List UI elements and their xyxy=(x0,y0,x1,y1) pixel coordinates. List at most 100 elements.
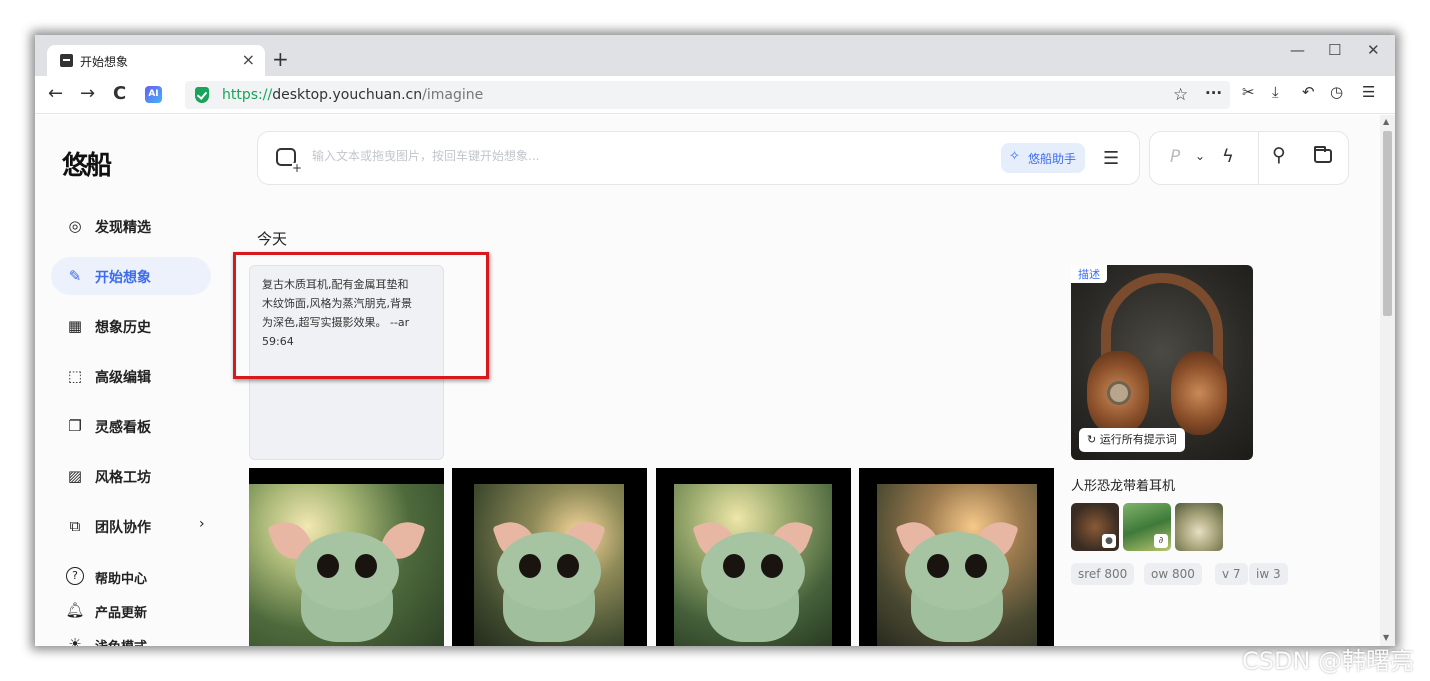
history-clock-icon[interactable]: ◷ xyxy=(1330,83,1343,101)
sidebar-item-label: 灵感看板 xyxy=(95,420,151,436)
search-icon[interactable]: ⚲ xyxy=(1272,144,1286,166)
undo-icon[interactable]: ↶ xyxy=(1302,83,1315,101)
ai-extension-icon[interactable]: AI xyxy=(145,86,162,103)
dragon-eye xyxy=(723,554,745,578)
url-text[interactable]: https://desktop.youchuan.cn/imagine xyxy=(222,87,483,103)
param-chip[interactable]: sref 800 xyxy=(1071,563,1135,585)
forward-button[interactable]: → xyxy=(80,83,95,104)
tab-bar: 开始想象 × + — ☐ ✕ xyxy=(35,35,1395,77)
reference-thumbnail[interactable]: ● xyxy=(1071,503,1119,551)
tab-active[interactable]: 开始想象 × xyxy=(47,45,265,77)
star-icon[interactable]: ☆ xyxy=(1173,85,1188,105)
copy-icon: ❐ xyxy=(68,417,82,435)
sidebar-item-label: 发现精选 xyxy=(95,220,151,236)
param-chip[interactable]: v 7 xyxy=(1215,563,1248,585)
pattern-icon: ▨ xyxy=(67,467,83,485)
logo[interactable]: 悠船 xyxy=(62,145,112,182)
sidebar-item-team[interactable]: ⧉ 团队协作 › xyxy=(51,507,211,545)
paperclip-icon: ∂ xyxy=(1154,534,1168,548)
dragon-eye xyxy=(761,554,783,578)
reference-thumbnail[interactable] xyxy=(1175,503,1223,551)
param-chip[interactable]: iw 3 xyxy=(1249,563,1288,585)
dragon-head xyxy=(905,532,1009,610)
minimize-button[interactable]: — xyxy=(1290,41,1305,59)
generated-image-2[interactable] xyxy=(452,468,647,646)
image-add-icon[interactable] xyxy=(276,148,302,173)
scroll-thumb[interactable] xyxy=(1383,131,1392,316)
prompt-bar: ✧ 悠船助手 ☰ xyxy=(257,131,1140,185)
sidebar-item-imagine[interactable]: ✎ 开始想象 xyxy=(51,257,211,295)
chevron-down-icon[interactable]: ⌄ xyxy=(1195,149,1205,163)
sidebar-item-moodboard[interactable]: ❐ 灵感看板 xyxy=(51,407,211,445)
image-scene xyxy=(674,484,832,646)
sidebar-item-help[interactable]: ? 帮助中心 xyxy=(51,561,211,593)
bolt-icon[interactable]: ϟ xyxy=(1222,146,1234,167)
sidebar-item-advanced-edit[interactable]: ⬚ 高级编辑 xyxy=(51,357,211,395)
sidebar-item-label: 帮助中心 xyxy=(95,572,148,587)
assistant-button[interactable]: ✧ 悠船助手 xyxy=(1001,143,1085,173)
sidebar-item-label: 开始想象 xyxy=(95,270,151,286)
dragon-head xyxy=(701,532,805,610)
dragon-head xyxy=(294,532,399,610)
back-button[interactable]: ← xyxy=(48,83,63,104)
sidebar-item-style-workshop[interactable]: ▨ 风格工坊 xyxy=(51,457,211,495)
sidebar-item-discover[interactable]: ◎ 发现精选 xyxy=(51,207,211,245)
brush-icon: ✎ xyxy=(68,267,82,285)
sidebar-item-history[interactable]: ▦ 想象历史 xyxy=(51,307,211,345)
chevron-right-icon: › xyxy=(199,516,205,532)
sparkle-icon: ✧ xyxy=(1009,149,1020,164)
tab-favicon-icon xyxy=(60,54,73,67)
menu-icon[interactable]: ☰ xyxy=(1362,83,1375,101)
folder-icon[interactable] xyxy=(1314,146,1332,163)
reload-button[interactable]: C xyxy=(113,83,126,104)
bell-icon: 🔔︎ xyxy=(65,601,85,619)
red-highlight-box xyxy=(233,252,489,379)
sidebar-item-label: 浅色模式 xyxy=(95,636,147,646)
generated-image-3[interactable] xyxy=(656,468,851,646)
param-chip[interactable]: ow 800 xyxy=(1144,563,1202,585)
browser-window: 开始想象 × + — ☐ ✕ ← → C AI https://desktop.… xyxy=(35,35,1395,646)
dragon-eye xyxy=(927,554,949,578)
rerun-label: 运行所有提示词 xyxy=(1099,433,1177,446)
dragon-eye xyxy=(354,554,377,578)
app-area: 悠船 ◎ 发现精选 ✎ 开始想象 ▦ 想象历史 ⬚ 高级编辑 ❐ 灵感看板 ▨ … xyxy=(35,115,1380,646)
assistant-label: 悠船助手 xyxy=(1028,152,1077,166)
scissors-icon[interactable]: ✂ xyxy=(1242,83,1255,101)
scroll-up-arrow-icon[interactable]: ▲ xyxy=(1383,117,1389,126)
settings-sliders-icon[interactable]: ☰ xyxy=(1103,148,1119,169)
toolbox-divider xyxy=(1258,132,1259,184)
generated-image-1[interactable] xyxy=(249,468,444,646)
watermark: CSDN @韩曙亮 xyxy=(1242,647,1415,675)
sidebar-item-updates[interactable]: 🔔︎ 产品更新 xyxy=(51,595,211,627)
url-host: desktop.youchuan.cn xyxy=(272,87,423,103)
sidebar-item-theme[interactable]: ☀ 浅色模式 xyxy=(51,629,211,646)
dragon-eye xyxy=(519,554,541,578)
download-icon[interactable]: ⤓ xyxy=(1272,83,1279,101)
generated-image-4[interactable] xyxy=(859,468,1054,646)
tab-close-icon[interactable]: × xyxy=(242,50,255,69)
sidebar-item-label: 高级编辑 xyxy=(95,370,151,386)
reference-thumbnail[interactable]: ∂ xyxy=(1123,503,1171,551)
grid-icon: ▦ xyxy=(67,317,83,335)
image-scene xyxy=(474,484,624,646)
vertical-scrollbar[interactable]: ▲ ▼ xyxy=(1380,115,1395,646)
headphone-cup xyxy=(1171,351,1227,435)
dragon-head xyxy=(497,532,601,610)
personalize-p-badge[interactable]: P xyxy=(1170,147,1180,167)
rerun-all-prompts-button[interactable]: ↻ 运行所有提示词 xyxy=(1079,428,1185,452)
image-scene xyxy=(877,484,1037,646)
maximize-button[interactable]: ☐ xyxy=(1328,41,1341,59)
sidebar-item-label: 产品更新 xyxy=(95,606,148,621)
shield-icon[interactable] xyxy=(195,87,209,103)
address-bar[interactable]: https://desktop.youchuan.cn/imagine ☆ ··… xyxy=(185,81,1230,109)
help-icon: ? xyxy=(66,567,84,585)
more-icon[interactable]: ··· xyxy=(1205,84,1222,102)
dragon-eye xyxy=(316,554,339,578)
browser-toolbar: ← → C AI https://desktop.youchuan.cn/ima… xyxy=(35,76,1395,114)
section-title-today: 今天 xyxy=(257,230,288,248)
person-icon: ● xyxy=(1102,534,1116,548)
new-tab-button[interactable]: + xyxy=(272,47,289,71)
prompt-input[interactable] xyxy=(312,149,972,163)
close-window-button[interactable]: ✕ xyxy=(1367,41,1380,59)
image-scene xyxy=(249,484,444,646)
